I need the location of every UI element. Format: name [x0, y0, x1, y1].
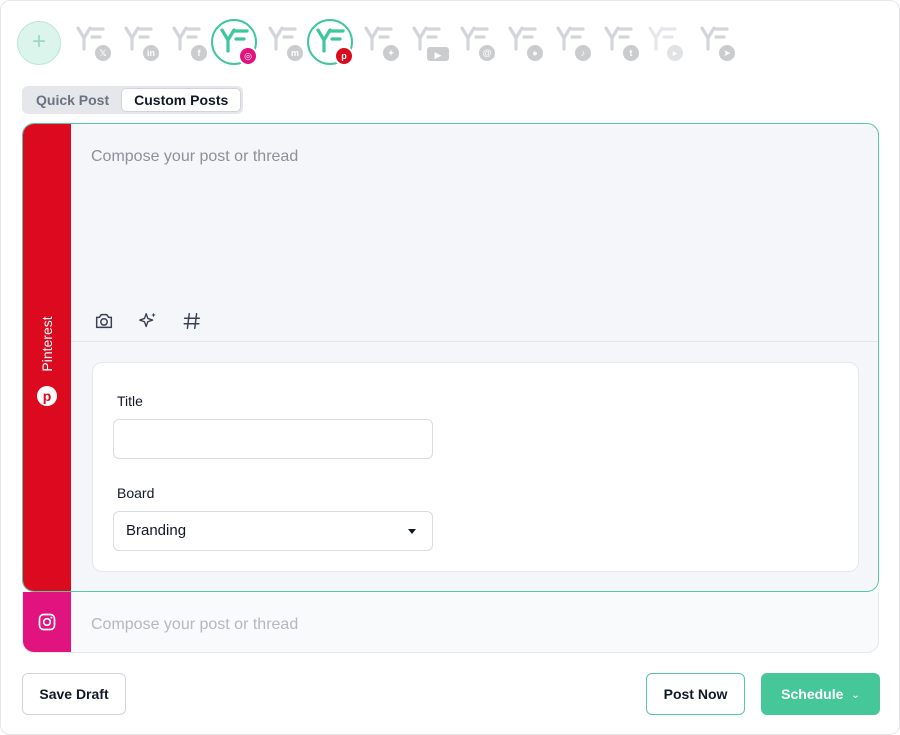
pinterest-fields: Title Board Branding	[92, 362, 859, 572]
post-mode-toggle: Quick Post Custom Posts	[22, 86, 244, 114]
pinterest-editor: Pinterest p Compose your post or thread …	[22, 123, 879, 592]
mastodon-icon: m	[285, 43, 305, 63]
google-icon: ▸	[665, 43, 685, 63]
ai-sparkle-icon[interactable]	[137, 310, 159, 332]
divider	[71, 341, 878, 342]
account-linkedin[interactable]: in	[123, 25, 161, 65]
title-label: Title	[117, 393, 143, 409]
account-telegram[interactable]: ➤	[699, 25, 737, 65]
facebook-icon: f	[189, 43, 209, 63]
board-select[interactable]: Branding	[113, 511, 433, 551]
account-tumblr[interactable]: t	[603, 25, 641, 65]
tiktok-icon: ♪	[573, 43, 593, 63]
add-account-button[interactable]: +	[17, 21, 61, 65]
bluesky-icon: ✦	[381, 43, 401, 63]
account-google[interactable]: ▸	[647, 25, 685, 65]
pinterest-icon: p	[37, 386, 57, 406]
account-mastodon[interactable]: m	[267, 25, 305, 65]
account-facebook[interactable]: f	[171, 25, 209, 65]
account-tiktok[interactable]: ♪	[555, 25, 593, 65]
patreon-icon: ●	[525, 43, 545, 63]
post-now-button[interactable]: Post Now	[646, 673, 745, 715]
linkedin-icon: in	[141, 43, 161, 63]
camera-icon[interactable]	[93, 310, 115, 332]
title-input[interactable]	[113, 419, 433, 459]
pinterest-sidebar: Pinterest p	[23, 124, 71, 591]
tumblr-icon: t	[621, 43, 641, 63]
account-youtube[interactable]: ▶	[411, 25, 451, 65]
x-icon: 𝕏	[93, 43, 113, 63]
chevron-down-icon: ⌄	[851, 690, 860, 701]
caret-down-icon	[408, 529, 416, 534]
instagram-compose-input[interactable]: Compose your post or thread	[91, 616, 298, 634]
tab-custom-posts[interactable]: Custom Posts	[121, 88, 242, 112]
account-x[interactable]: 𝕏	[75, 25, 113, 65]
instagram-icon	[38, 613, 56, 631]
account-pinterest[interactable]: p	[307, 19, 354, 66]
account-threads[interactable]: @	[459, 25, 497, 65]
schedule-label: Schedule	[781, 686, 844, 702]
pinterest-icon: p	[334, 46, 354, 66]
pinterest-label: Pinterest	[39, 316, 55, 372]
hashtag-icon[interactable]	[181, 310, 203, 332]
instagram-sidebar	[23, 592, 71, 652]
composer-panel: + 𝕏in f ◎ m p ✦ ▶ @ ● ♪ t ▸ ➤ Quick Post Custom Post…	[0, 0, 900, 735]
telegram-icon: ➤	[717, 43, 737, 63]
board-label: Board	[117, 485, 155, 501]
account-patreon[interactable]: ●	[507, 25, 545, 65]
account-selector: + 𝕏in f ◎ m p ✦ ▶ @ ● ♪ t ▸ ➤	[17, 19, 757, 67]
board-select-value: Branding	[126, 522, 187, 539]
instagram-icon: ◎	[238, 46, 258, 66]
threads-icon: @	[477, 43, 497, 63]
tab-quick-post[interactable]: Quick Post	[24, 88, 121, 112]
account-instagram[interactable]: ◎	[211, 19, 258, 66]
account-bluesky[interactable]: ✦	[363, 25, 401, 65]
schedule-button[interactable]: Schedule ⌄	[761, 673, 880, 715]
pinterest-compose-input[interactable]: Compose your post or thread	[91, 148, 298, 166]
youtube-icon: ▶	[425, 45, 451, 63]
save-draft-button[interactable]: Save Draft	[22, 673, 126, 715]
instagram-editor: Compose your post or thread	[22, 592, 879, 653]
